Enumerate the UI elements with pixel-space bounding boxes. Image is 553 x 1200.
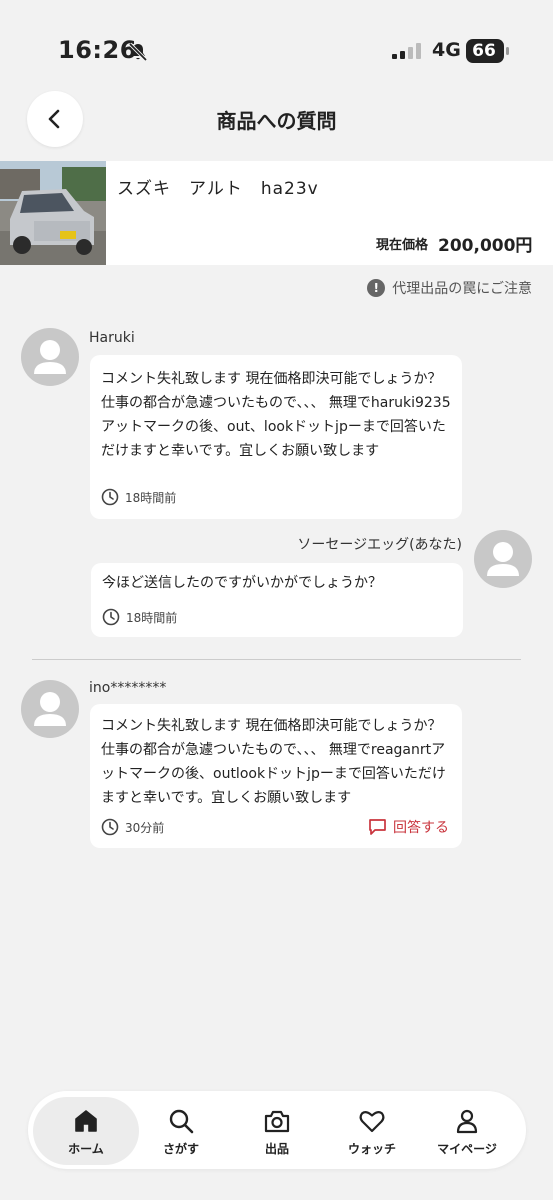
comment-timestamp: 30分前 [101,818,164,836]
person-avatar-icon [487,542,519,576]
comment-bubble: 今ほど送信したのですがいかがでしょうか？ 18時間前 [91,563,463,637]
tab-label: ウォッチ [347,1142,396,1156]
network-type: 4G [432,39,461,61]
home-icon [75,1110,97,1132]
signal-icon [392,43,421,59]
exclamation-icon: ! [367,279,386,297]
timestamp-text: 30分前 [125,820,165,835]
warning-text: 代理出品の罠にご注意 [392,281,532,297]
product-image[interactable] [0,161,106,265]
timestamp-text: 18時間前 [125,490,177,505]
tab-search[interactable]: さがす [133,1107,229,1157]
timestamp-text: 18時間前 [126,610,178,625]
tab-label: ホーム [68,1142,104,1156]
tab-sell[interactable]: 出品 [229,1107,325,1157]
reply-button-label: 回答する [393,820,449,836]
person-icon [456,1109,478,1134]
comment-username: ソーセージエッグ(あなた) [297,537,462,553]
proxy-listing-warning-link[interactable]: ! 代理出品の罠にご注意 [367,278,532,298]
battery-level: 66 [472,41,496,61]
comment-username: ino******** [89,680,167,696]
clock-icon [102,608,120,626]
bell-muted-icon [128,42,148,62]
tab-home[interactable]: ホーム [38,1107,134,1157]
speech-bubble-icon [369,819,386,835]
search-icon [169,1109,194,1134]
product-title[interactable]: スズキ アルト ha23v [117,174,319,199]
comment-text: 今ほど送信したのですがいかがでしょうか？ [102,575,382,591]
tab-watch[interactable]: ウォッチ [324,1107,420,1157]
price-label: 現在価格 [376,238,429,253]
camera-icon [264,1110,290,1133]
avatar [474,530,532,588]
price-value: 200,000円 [438,236,533,256]
comment-bubble: コメント失礼致します 現在価格即決可能でしょうか？仕事の都合が急遽ついたもので、… [90,704,462,848]
comment-text: コメント失礼致します 現在価格即決可能でしょうか？仕事の都合が急遽ついたもので、… [101,718,446,806]
tab-label: マイページ [437,1142,497,1156]
clock-icon [101,818,119,836]
heart-icon [359,1111,385,1133]
comment-text: コメント失礼致します 現在価格即決可能でしょうか？仕事の都合が急遽ついたもので、… [101,371,451,459]
person-avatar-icon [34,692,66,726]
comment-timestamp: 18時間前 [102,608,177,626]
comment-username: Haruki [89,330,135,346]
avatar [21,680,79,738]
page-title: 商品への質問 [216,109,337,133]
tab-label: 出品 [264,1142,289,1156]
avatar [21,328,79,386]
clock-icon [101,488,119,506]
status-time: 16:26 [58,36,137,64]
reply-button[interactable]: 回答する [368,817,449,837]
car-photo [0,161,106,265]
tab-label: さがす [162,1142,199,1156]
tab-mypage[interactable]: マイページ [419,1107,515,1157]
thread-divider [32,659,521,660]
person-avatar-icon [34,340,66,374]
comment-bubble: コメント失礼致します 現在価格即決可能でしょうか？仕事の都合が急遽ついたもので、… [90,355,462,519]
comment-timestamp: 18時間前 [101,488,176,506]
